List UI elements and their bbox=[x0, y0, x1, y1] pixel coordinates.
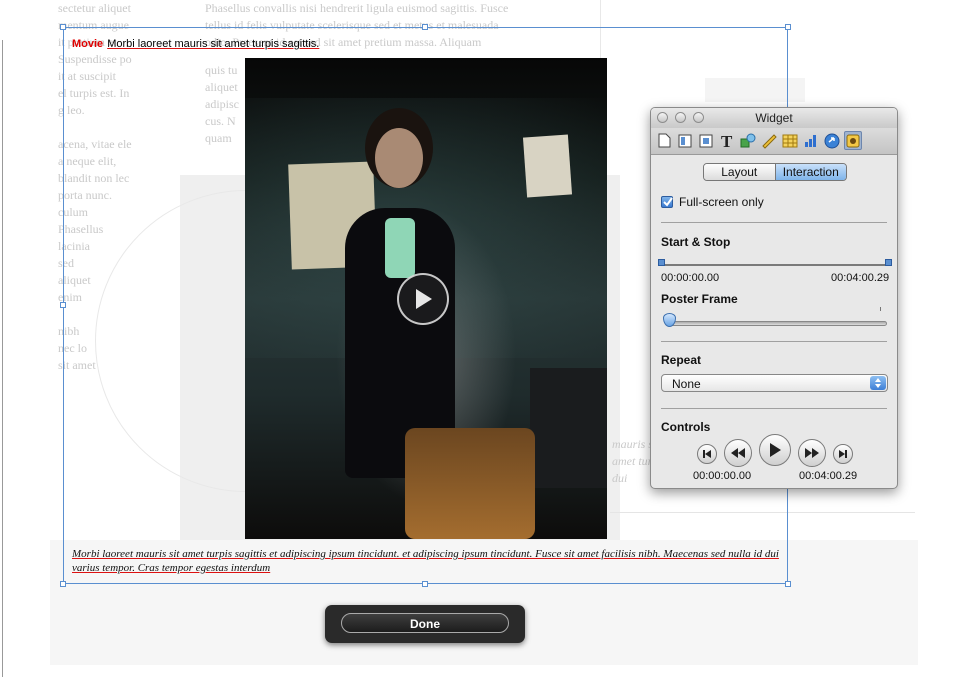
link-icon bbox=[824, 133, 840, 148]
repeat-select[interactable]: None bbox=[661, 374, 888, 392]
controls-title: Controls bbox=[661, 420, 711, 434]
movie-title: Movie Morbi laoreet mauris sit amet turpi… bbox=[72, 38, 319, 50]
quicktime-inspector-tab[interactable] bbox=[844, 131, 862, 150]
background-text-line: Phasellus convallis nisi hendrerit ligul… bbox=[205, 1, 509, 15]
resize-handle-bottom-left[interactable] bbox=[60, 581, 66, 587]
checkmark-icon bbox=[663, 197, 673, 207]
table-icon bbox=[782, 134, 798, 147]
wrap-icon bbox=[699, 134, 713, 147]
resize-handle-top[interactable] bbox=[422, 24, 428, 30]
svg-text:T: T bbox=[721, 133, 733, 149]
inspector-titlebar[interactable]: Widget bbox=[651, 108, 897, 128]
video-paper-on-wall bbox=[522, 134, 573, 198]
rewind-button[interactable] bbox=[724, 439, 752, 467]
controls-end-time: 00:04:00.29 bbox=[799, 470, 858, 482]
metrics-inspector-tab[interactable] bbox=[760, 131, 778, 150]
text-icon: T bbox=[721, 133, 733, 149]
fast-forward-icon bbox=[805, 448, 819, 458]
text-inspector-tab[interactable]: T bbox=[718, 131, 736, 150]
graphic-icon bbox=[740, 133, 756, 147]
resize-handle-top-left[interactable] bbox=[60, 24, 66, 30]
chart-inspector-tab[interactable] bbox=[802, 131, 820, 150]
tab-layout[interactable]: Layout bbox=[704, 164, 776, 180]
rewind-icon bbox=[731, 448, 745, 458]
quicktime-icon bbox=[846, 134, 860, 147]
resize-handle-bottom[interactable] bbox=[422, 581, 428, 587]
poster-frame-tick bbox=[880, 307, 881, 311]
movie-label: Movie bbox=[72, 38, 104, 50]
background-text-line: sectetur aliquet bbox=[58, 1, 131, 15]
resize-handle-left[interactable] bbox=[60, 302, 66, 308]
document-inspector-tab[interactable] bbox=[655, 131, 673, 150]
video-amplifier bbox=[530, 368, 607, 488]
ruler-icon bbox=[762, 133, 777, 149]
video-shirt bbox=[385, 218, 415, 278]
start-stop-track[interactable] bbox=[661, 264, 887, 266]
start-time: 00:00:00.00 bbox=[661, 272, 720, 284]
document-icon bbox=[658, 133, 670, 148]
separator bbox=[661, 341, 887, 342]
done-hud: Done bbox=[325, 605, 525, 643]
tab-interaction[interactable]: Interaction bbox=[775, 164, 846, 180]
bar-chart-icon bbox=[805, 135, 816, 147]
skip-end-icon bbox=[839, 450, 847, 458]
select-arrows-icon bbox=[870, 376, 886, 390]
movie-title-text[interactable]: Morbi laoreet mauris sit amet turpis sag… bbox=[107, 38, 319, 50]
start-stop-title: Start & Stop bbox=[661, 235, 731, 249]
repeat-title: Repeat bbox=[661, 353, 702, 367]
hyperlink-inspector-tab[interactable] bbox=[823, 131, 841, 150]
separator bbox=[661, 408, 887, 409]
layout-icon bbox=[678, 134, 692, 147]
poster-frame-slider[interactable] bbox=[665, 321, 887, 326]
play-icon bbox=[416, 289, 432, 309]
resize-handle-bottom-right[interactable] bbox=[785, 581, 791, 587]
go-to-start-button[interactable] bbox=[697, 444, 717, 464]
poster-frame-title: Poster Frame bbox=[661, 292, 738, 306]
canvas-edge bbox=[2, 40, 3, 677]
widget-inspector: Widget T Layout Interaction Full-screen … bbox=[650, 107, 898, 489]
layout-inspector-tab[interactable] bbox=[676, 131, 694, 150]
table-inspector-tab[interactable] bbox=[781, 131, 799, 150]
fullscreen-only-label: Full-screen only bbox=[679, 195, 764, 209]
inspector-tab-control: Layout Interaction bbox=[703, 163, 847, 181]
stop-handle[interactable] bbox=[885, 259, 892, 266]
inspector-toolbar: T bbox=[651, 128, 897, 155]
movie-caption[interactable]: Morbi laoreet mauris sit amet turpis sag… bbox=[72, 547, 784, 575]
start-handle[interactable] bbox=[658, 259, 665, 266]
resize-handle-top-right[interactable] bbox=[785, 24, 791, 30]
stop-time: 00:04:00.29 bbox=[831, 272, 890, 284]
controls-start-time: 00:00:00.00 bbox=[693, 470, 752, 482]
play-icon bbox=[770, 443, 781, 457]
video-play-button[interactable] bbox=[397, 273, 449, 325]
fast-forward-button[interactable] bbox=[798, 439, 826, 467]
video-drum bbox=[405, 428, 535, 539]
play-button[interactable] bbox=[759, 434, 791, 466]
repeat-value: None bbox=[672, 377, 701, 391]
go-to-end-button[interactable] bbox=[833, 444, 853, 464]
separator bbox=[661, 222, 887, 223]
done-button[interactable]: Done bbox=[341, 613, 509, 633]
fullscreen-only-checkbox[interactable] bbox=[661, 196, 673, 208]
inspector-title: Widget bbox=[755, 111, 793, 125]
skip-start-icon bbox=[703, 450, 711, 458]
graphic-inspector-tab[interactable] bbox=[739, 131, 757, 150]
wrap-inspector-tab[interactable] bbox=[697, 131, 715, 150]
video-head bbox=[375, 128, 423, 188]
video-frame[interactable] bbox=[245, 58, 607, 539]
